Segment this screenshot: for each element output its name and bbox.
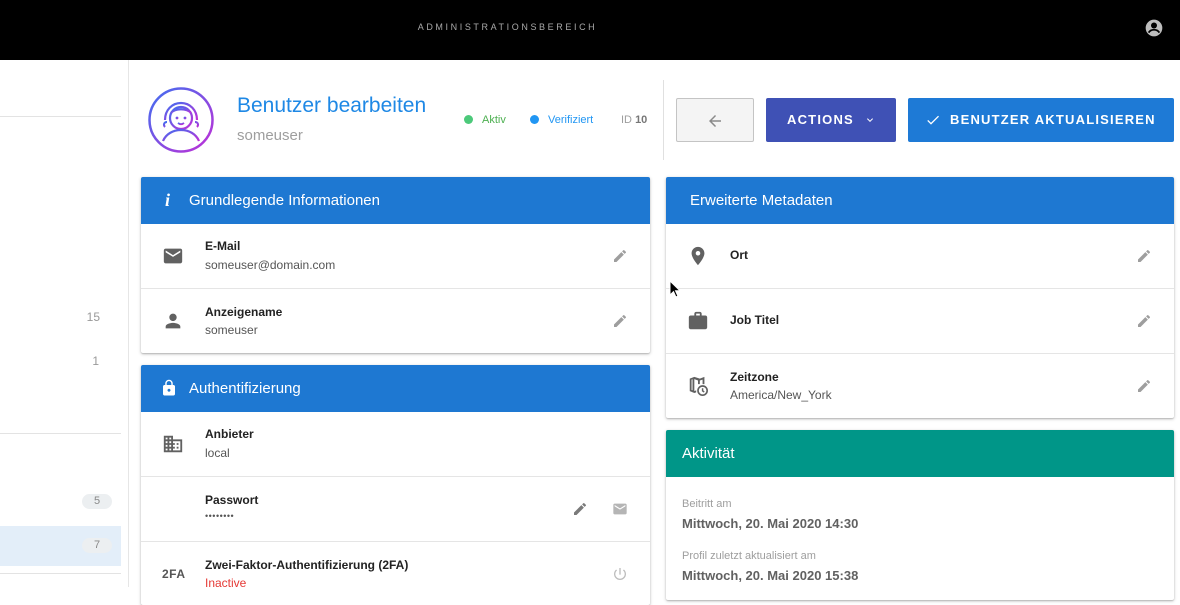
email-row: E-Mail someuser@domain.com (141, 224, 650, 289)
header-divider (663, 80, 664, 160)
joined-value: Mittwoch, 20. Mai 2020 14:30 (682, 516, 859, 531)
two-factor-icon: 2FA (162, 567, 186, 581)
arrow-left-icon (709, 115, 721, 127)
provider-row: Anbieter local (141, 412, 650, 477)
actions-button[interactable]: ACTIONS (766, 98, 896, 142)
card-header: Authentifizierung (141, 365, 650, 412)
location-label: Ort (730, 248, 748, 262)
timezone-label: Zeitzone (730, 370, 779, 384)
sidebar-badge: 7 (82, 538, 112, 553)
two-factor-status: Inactive (205, 576, 247, 590)
user-avatar-icon (148, 87, 214, 153)
card-title: Authentifizierung (189, 380, 301, 397)
card-title: Grundlegende Informationen (189, 192, 380, 209)
card-header: Erweiterte Metadaten (666, 177, 1174, 224)
edit-pencil-icon[interactable] (1136, 378, 1152, 394)
sidebar-count: 1 (92, 354, 99, 368)
provider-label: Anbieter (205, 427, 254, 441)
edit-pencil-icon[interactable] (612, 248, 628, 264)
profile-updated-label: Profil zuletzt aktualisiert am (682, 550, 816, 562)
sidebar-badge: 5 (82, 494, 112, 509)
update-user-label: BENUTZER AKTUALISIEREN (950, 112, 1156, 127)
profile-updated-value: Mittwoch, 20. Mai 2020 15:38 (682, 568, 859, 583)
card-title: Erweiterte Metadaten (690, 192, 833, 209)
lock-icon (163, 379, 175, 396)
card-header: Aktivität (666, 430, 1174, 477)
power-icon[interactable] (612, 566, 628, 582)
user-id: ID 10 (621, 114, 647, 126)
authentication-card: Authentifizierung Anbieter local Passwor… (141, 365, 650, 605)
check-icon (927, 115, 939, 125)
username-subtitle: someuser (237, 127, 303, 144)
display-name-row: Anzeigename someuser (141, 289, 650, 353)
edit-pencil-icon[interactable] (572, 501, 588, 517)
mail-icon[interactable] (612, 501, 628, 517)
domain-building-icon (163, 435, 183, 453)
status-dot-icon (530, 115, 539, 124)
mail-icon (163, 248, 183, 264)
sidebar-divider (0, 433, 121, 434)
card-title: Aktivität (682, 445, 735, 462)
card-header: i Grundlegende Informationen (141, 177, 650, 224)
joined-label: Beitritt am (682, 498, 732, 510)
chevron-down-icon (867, 118, 873, 122)
status-badge-active: Aktiv (464, 114, 506, 126)
provider-value: local (205, 446, 230, 460)
password-row: Passwort •••••••• (141, 477, 650, 542)
timezone-value: America/New_York (730, 388, 832, 402)
map-clock-icon (689, 376, 708, 396)
location-row: Ort (666, 224, 1174, 289)
location-pin-icon (691, 246, 705, 266)
account-circle-icon[interactable] (1144, 18, 1164, 38)
actions-label: ACTIONS (787, 112, 854, 127)
timezone-row: Zeitzone America/New_York (666, 354, 1174, 418)
basic-info-card: i Grundlegende Informationen E-Mail some… (141, 177, 650, 353)
page-header: Benutzer bearbeiten someuser Aktiv Verif… (147, 80, 1177, 160)
sidebar: 15 1 5 7 (0, 60, 129, 587)
user-id-value: 10 (635, 114, 648, 126)
back-button[interactable] (676, 98, 754, 142)
job-title-label: Job Titel (730, 313, 780, 327)
email-label: E-Mail (205, 239, 241, 253)
page-title: Benutzer bearbeiten (237, 94, 427, 117)
update-user-button[interactable]: BENUTZER AKTUALISIEREN (908, 98, 1174, 142)
top-bar: ADMINISTRATIONSBEREICH (0, 0, 1180, 60)
two-factor-label: Zwei-Faktor-Authentifizierung (2FA) (205, 558, 409, 572)
status-dot-icon (464, 115, 473, 124)
activity-card: Aktivität Beitritt am Mittwoch, 20. Mai … (666, 430, 1174, 600)
display-name-label: Anzeigename (205, 305, 283, 319)
briefcase-icon (688, 311, 708, 330)
password-label: Passwort (205, 493, 259, 507)
edit-pencil-icon[interactable] (1136, 248, 1152, 264)
user-id-label: ID (621, 114, 632, 126)
person-icon (165, 313, 181, 329)
status-active-label: Aktiv (482, 114, 506, 126)
app-title: ADMINISTRATIONSBEREICH (417, 22, 598, 32)
email-value: someuser@domain.com (205, 258, 336, 272)
password-value: •••••••• (205, 511, 235, 521)
two-factor-row: 2FA Zwei-Faktor-Authentifizierung (2FA) … (141, 542, 650, 605)
edit-pencil-icon[interactable] (612, 313, 628, 329)
info-icon: i (165, 190, 171, 210)
status-badge-verified: Verifiziert (530, 114, 593, 126)
sidebar-count: 15 (86, 310, 100, 324)
edit-pencil-icon[interactable] (1136, 313, 1152, 329)
sidebar-divider (0, 116, 121, 117)
status-verified-label: Verifiziert (548, 114, 594, 126)
sidebar-divider (0, 573, 121, 574)
metadata-card: Erweiterte Metadaten Ort Job Titel Zeitz… (666, 177, 1174, 418)
mouse-cursor-icon (669, 280, 681, 298)
job-title-row: Job Titel (666, 289, 1174, 354)
display-name-value: someuser (205, 323, 258, 337)
